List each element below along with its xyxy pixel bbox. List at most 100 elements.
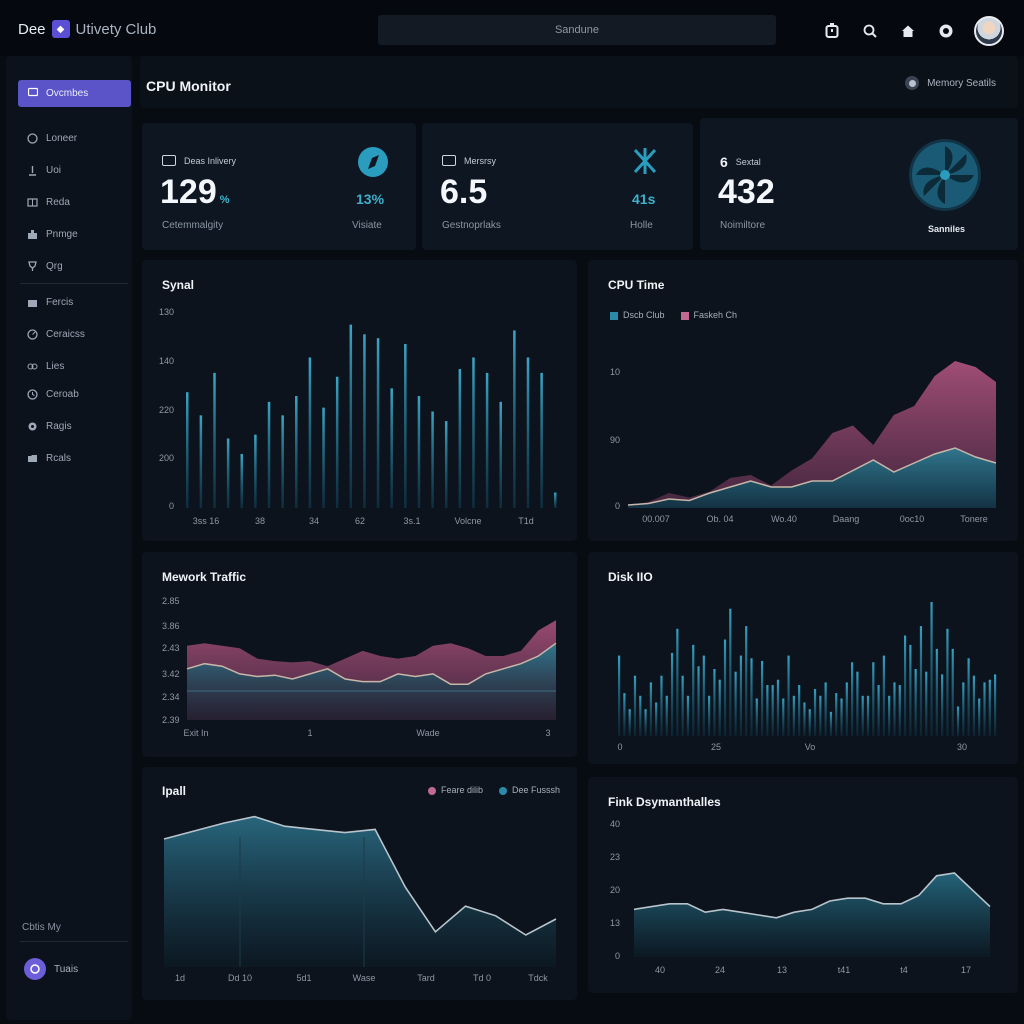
sidebar-item-7[interactable]: Lies — [26, 360, 64, 372]
sidebar-item-label: Lies — [46, 360, 65, 372]
sidebar-divider — [20, 283, 128, 284]
bar — [729, 608, 732, 736]
bar — [213, 372, 216, 508]
sidebar-item-label: Loneer — [46, 132, 78, 144]
stat-card-sessions[interactable]: 6 Sextal 432 Noimiltore Sanniles — [700, 118, 1018, 250]
bar — [978, 698, 981, 736]
folder-icon — [27, 87, 39, 100]
bar — [983, 682, 986, 736]
bar — [623, 693, 626, 736]
y-tick-label: 90 — [610, 435, 620, 445]
x-tick-label: Wase — [353, 973, 376, 983]
x-tick-label: Vo — [805, 742, 816, 752]
timer-icon[interactable] — [822, 21, 842, 41]
bar — [628, 709, 631, 736]
stat-card-memory[interactable]: Mersrsy 6.5 Gestnoprlaks 41s Holle — [422, 123, 693, 250]
bar — [813, 689, 817, 736]
search-input[interactable]: Sandune — [378, 15, 776, 45]
x-tick-label: 5d1 — [296, 973, 311, 983]
x-tick-label: 3s.1 — [403, 516, 420, 526]
bar — [734, 671, 737, 736]
bar — [322, 407, 325, 508]
x-tick-label: 30 — [957, 742, 967, 752]
brand[interactable]: Dee ◆ Utivety Club — [18, 20, 156, 38]
sidebar-item-3[interactable]: Pnmge — [26, 228, 78, 240]
x-tick-label: Daang — [833, 514, 860, 524]
stat-label: Deas Inlivery — [162, 155, 236, 166]
bar — [888, 695, 891, 736]
search-icon[interactable] — [860, 21, 880, 41]
avatar[interactable] — [974, 16, 1004, 46]
x-tick-label: 34 — [309, 516, 319, 526]
memory-icon — [442, 155, 456, 166]
x-tick-label: Wade — [416, 728, 439, 738]
bar — [903, 635, 907, 736]
sidebar-divider — [20, 941, 128, 942]
y-tick-label: 40 — [610, 819, 620, 829]
y-tick-label: 2.85 — [162, 596, 180, 606]
cog-icon — [26, 420, 38, 432]
bar — [708, 695, 711, 736]
bar — [919, 626, 923, 736]
compass-icon — [356, 145, 390, 184]
bar — [499, 401, 502, 508]
bar — [787, 655, 790, 736]
bar — [835, 693, 838, 736]
bar — [267, 401, 271, 508]
folder-icon — [26, 452, 38, 464]
bar — [226, 438, 230, 508]
bar — [485, 372, 489, 508]
page-title: CPU Monitor — [146, 78, 231, 94]
bar — [856, 671, 859, 736]
bar — [308, 357, 312, 508]
bar — [935, 648, 938, 736]
cpu-time-chart: 10 90 0 00.007 Ob. 04 Wo.40 Daang 0oc10 Tonere — [610, 361, 997, 524]
x-tick-label: 24 — [715, 965, 725, 975]
bar — [639, 695, 642, 736]
x-tick-label: 62 — [355, 516, 365, 526]
home-icon[interactable] — [898, 21, 918, 41]
bar — [776, 679, 780, 736]
sidebar-item-4[interactable]: Qrg — [26, 260, 63, 272]
bar — [898, 685, 901, 736]
sidebar-item-8[interactable]: Ceroab — [26, 388, 79, 400]
page-header: CPU Monitor Memory Seatils — [140, 56, 1018, 108]
bar — [540, 372, 543, 508]
bar — [649, 682, 652, 736]
stat-number: 6.5 — [440, 173, 488, 211]
stat-unit: % — [219, 194, 230, 206]
stat-label: Mersrsy — [442, 155, 496, 166]
circle-icon[interactable] — [936, 21, 956, 41]
sidebar-item-0[interactable]: Loneer — [26, 132, 77, 144]
sidebar-item-2[interactable]: Reda — [26, 196, 70, 208]
stat-label-text: Sextal — [735, 157, 761, 167]
bar — [956, 706, 960, 736]
y-tick-label: 200 — [159, 453, 174, 463]
bar — [723, 639, 727, 736]
sidebar-item-10[interactable]: Rcals — [26, 452, 71, 464]
stat-right-value: 13% — [356, 191, 385, 207]
bar — [877, 685, 880, 736]
x-tick-label: t4 — [900, 965, 908, 975]
stat-sub: Cetemmalgity — [162, 220, 224, 231]
sidebar-user[interactable]: Tuais — [24, 958, 78, 980]
sidebar-item-6[interactable]: Ceraicss — [26, 328, 85, 340]
sidebar-item-9[interactable]: Ragis — [26, 420, 72, 432]
stat-right-label: Sanniles — [928, 224, 966, 234]
panel-disk-io: Disk IIO 0 25 Vo 30 — [588, 552, 1018, 764]
stat-value: 432 — [718, 173, 775, 212]
y-tick-label: 2.39 — [162, 715, 180, 725]
x-tick-label: 1 — [307, 728, 312, 738]
bar — [458, 369, 462, 508]
bar — [808, 709, 811, 736]
bar — [967, 658, 970, 736]
sidebar-item-5[interactable]: Fercis — [26, 296, 73, 308]
stat-card-cpu[interactable]: Deas Inlivery 129% Cetemmalgity 13% Visi… — [142, 123, 416, 250]
sidebar-item-1[interactable]: Uoi — [26, 164, 61, 176]
cross-icon — [632, 147, 658, 180]
panel-fink: Fink Dsymanthalles 40 23 20 13 0 40 24 13 t41 t4 1… — [588, 777, 1018, 993]
x-tick-label: 0 — [617, 742, 622, 752]
top-bar: Dee ◆ Utivety Club Sandune — [0, 0, 1024, 56]
sidebar-item-active[interactable]: Ovcmbes — [18, 80, 131, 107]
memory-toggle[interactable]: Memory Seatils — [905, 76, 996, 90]
